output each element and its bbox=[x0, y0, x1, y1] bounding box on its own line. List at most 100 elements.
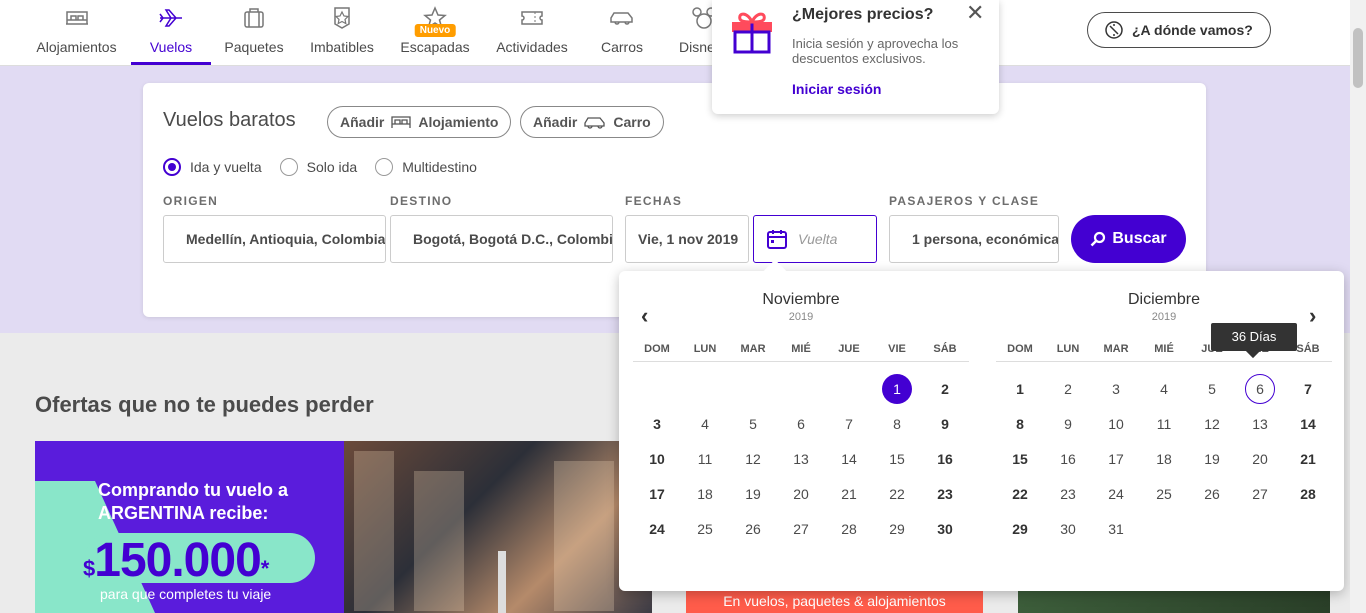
scrollbar[interactable] bbox=[1350, 0, 1366, 613]
calendar-day[interactable]: 12 bbox=[1188, 406, 1236, 441]
nav-item-alojamientos[interactable]: Alojamientos bbox=[30, 0, 123, 66]
radio-multi-destination[interactable]: Multidestino bbox=[375, 158, 477, 176]
day-number: 24 bbox=[1108, 485, 1124, 502]
bed-icon bbox=[391, 116, 411, 128]
calendar-day[interactable]: 30 bbox=[921, 511, 969, 546]
calendar-day[interactable]: 3 bbox=[633, 406, 681, 441]
calendar-day[interactable]: 8 bbox=[873, 406, 921, 441]
where-to-go-button[interactable]: ¿A dónde vamos? bbox=[1087, 12, 1271, 48]
calendar-day[interactable]: 17 bbox=[633, 476, 681, 511]
calendar-day[interactable]: 31 bbox=[1092, 511, 1140, 546]
add-hotel-button[interactable]: Añadir Alojamiento bbox=[327, 106, 512, 138]
calendar-day[interactable]: 19 bbox=[729, 476, 777, 511]
calendar-day[interactable]: 5 bbox=[729, 406, 777, 441]
return-date-input[interactable]: Vuelta bbox=[753, 215, 877, 263]
calendar-day[interactable]: 18 bbox=[1140, 441, 1188, 476]
calendar-day[interactable]: 23 bbox=[921, 476, 969, 511]
day-number: 4 bbox=[701, 415, 709, 432]
calendar-day[interactable]: 11 bbox=[1140, 406, 1188, 441]
calendar-day[interactable]: 22 bbox=[996, 476, 1044, 511]
calendar-day[interactable]: 20 bbox=[777, 476, 825, 511]
close-icon[interactable]: ✕ bbox=[966, 0, 984, 26]
departure-date-input[interactable]: Vie, 1 nov 2019 bbox=[625, 215, 749, 263]
calendar-day[interactable]: 20 bbox=[1236, 441, 1284, 476]
calendar-day[interactable]: 1 bbox=[873, 371, 921, 406]
calendar-day[interactable]: 13 bbox=[1236, 406, 1284, 441]
calendar-day[interactable]: 16 bbox=[921, 441, 969, 476]
calendar-day[interactable]: 22 bbox=[873, 476, 921, 511]
calendar-day[interactable]: 30 bbox=[1044, 511, 1092, 546]
calendar-day[interactable]: 7 bbox=[825, 406, 873, 441]
calendar-day[interactable]: 21 bbox=[1284, 441, 1332, 476]
calendar-day[interactable]: 15 bbox=[996, 441, 1044, 476]
calendar-day[interactable]: 25 bbox=[681, 511, 729, 546]
nav-item-actividades[interactable]: Actividades bbox=[490, 0, 574, 66]
day-number: 26 bbox=[1204, 485, 1220, 502]
day-number: 30 bbox=[1060, 520, 1076, 537]
day-empty bbox=[729, 371, 777, 406]
nav-label: Carros bbox=[600, 39, 643, 55]
promo-banner-deals[interactable]: En vuelos, paquetes & alojamientos bbox=[686, 590, 983, 613]
calendar-day[interactable]: 5 bbox=[1188, 371, 1236, 406]
calendar-day[interactable]: 16 bbox=[1044, 441, 1092, 476]
calendar-day[interactable]: 2 bbox=[1044, 371, 1092, 406]
nav-item-escapadas[interactable]: Nuevo Escapadas bbox=[396, 0, 474, 66]
destination-input[interactable]: Bogotá, Bogotá D.C., Colombia bbox=[390, 215, 613, 263]
origin-input[interactable]: Medellín, Antioquia, Colombia bbox=[163, 215, 386, 263]
calendar-day[interactable]: 18 bbox=[681, 476, 729, 511]
calendar-day[interactable]: 2 bbox=[921, 371, 969, 406]
calendar-day[interactable]: 28 bbox=[825, 511, 873, 546]
nav-item-paquetes[interactable]: Paquetes bbox=[218, 0, 290, 66]
calendar-day[interactable]: 4 bbox=[681, 406, 729, 441]
calendar-day[interactable]: 14 bbox=[825, 441, 873, 476]
calendar-day[interactable]: 26 bbox=[729, 511, 777, 546]
weekday-label: LUN bbox=[1056, 343, 1080, 355]
calendar-day[interactable]: 29 bbox=[996, 511, 1044, 546]
calendar-day[interactable]: 25 bbox=[1140, 476, 1188, 511]
calendar-day[interactable]: 4 bbox=[1140, 371, 1188, 406]
add-car-button[interactable]: Añadir Carro bbox=[520, 106, 664, 138]
nav-item-disney[interactable]: Disne bbox=[676, 0, 712, 66]
calendar-day[interactable]: 6 bbox=[777, 406, 825, 441]
calendar-day[interactable]: 8 bbox=[996, 406, 1044, 441]
calendar-day[interactable]: 7 bbox=[1284, 371, 1332, 406]
search-button[interactable]: Buscar bbox=[1071, 215, 1186, 263]
nav-item-carros[interactable]: Carros bbox=[592, 0, 652, 66]
calendar-day[interactable]: 15 bbox=[873, 441, 921, 476]
promo-city-image[interactable] bbox=[344, 441, 652, 613]
calendar-day[interactable]: 17 bbox=[1092, 441, 1140, 476]
calendar-day[interactable]: 23 bbox=[1044, 476, 1092, 511]
calendar-day[interactable]: 3 bbox=[1092, 371, 1140, 406]
nav-item-imbatibles[interactable]: Imbatibles bbox=[304, 0, 380, 66]
calendar-day[interactable]: 26 bbox=[1188, 476, 1236, 511]
calendar-day[interactable]: 10 bbox=[633, 441, 681, 476]
calendar-day[interactable]: 14 bbox=[1284, 406, 1332, 441]
day-number: 5 bbox=[749, 415, 757, 432]
day-number: 15 bbox=[1012, 450, 1028, 467]
calendar-day[interactable]: 12 bbox=[729, 441, 777, 476]
calendar-day[interactable]: 21 bbox=[825, 476, 873, 511]
calendar-day[interactable]: 13 bbox=[777, 441, 825, 476]
radio-round-trip[interactable]: Ida y vuelta bbox=[163, 158, 262, 176]
calendar-day[interactable]: 6 bbox=[1236, 371, 1284, 406]
calendar-day[interactable]: 19 bbox=[1188, 441, 1236, 476]
calendar-day[interactable]: 1 bbox=[996, 371, 1044, 406]
calendar-day[interactable]: 24 bbox=[633, 511, 681, 546]
calendar-day[interactable]: 24 bbox=[1092, 476, 1140, 511]
passengers-input[interactable]: 1 persona, económica bbox=[889, 215, 1059, 263]
calendar-day[interactable]: 27 bbox=[1236, 476, 1284, 511]
scrollbar-thumb[interactable] bbox=[1353, 28, 1363, 88]
add-hotel-label: Alojamiento bbox=[418, 114, 499, 130]
radio-one-way[interactable]: Solo ida bbox=[279, 158, 357, 176]
promo-banner-nature[interactable] bbox=[1018, 590, 1330, 613]
calendar-day[interactable]: 27 bbox=[777, 511, 825, 546]
calendar-day[interactable]: 28 bbox=[1284, 476, 1332, 511]
calendar-day[interactable]: 29 bbox=[873, 511, 921, 546]
calendar-day[interactable]: 11 bbox=[681, 441, 729, 476]
calendar-day[interactable]: 9 bbox=[921, 406, 969, 441]
calendar-day[interactable]: 9 bbox=[1044, 406, 1092, 441]
nav-item-vuelos[interactable]: Vuelos bbox=[131, 0, 211, 66]
calendar-day[interactable]: 10 bbox=[1092, 406, 1140, 441]
promo-banner-argentina[interactable]: Comprando tu vuelo a ARGENTINA recibe: $… bbox=[35, 441, 344, 613]
login-link[interactable]: Iniciar sesión bbox=[792, 81, 881, 97]
